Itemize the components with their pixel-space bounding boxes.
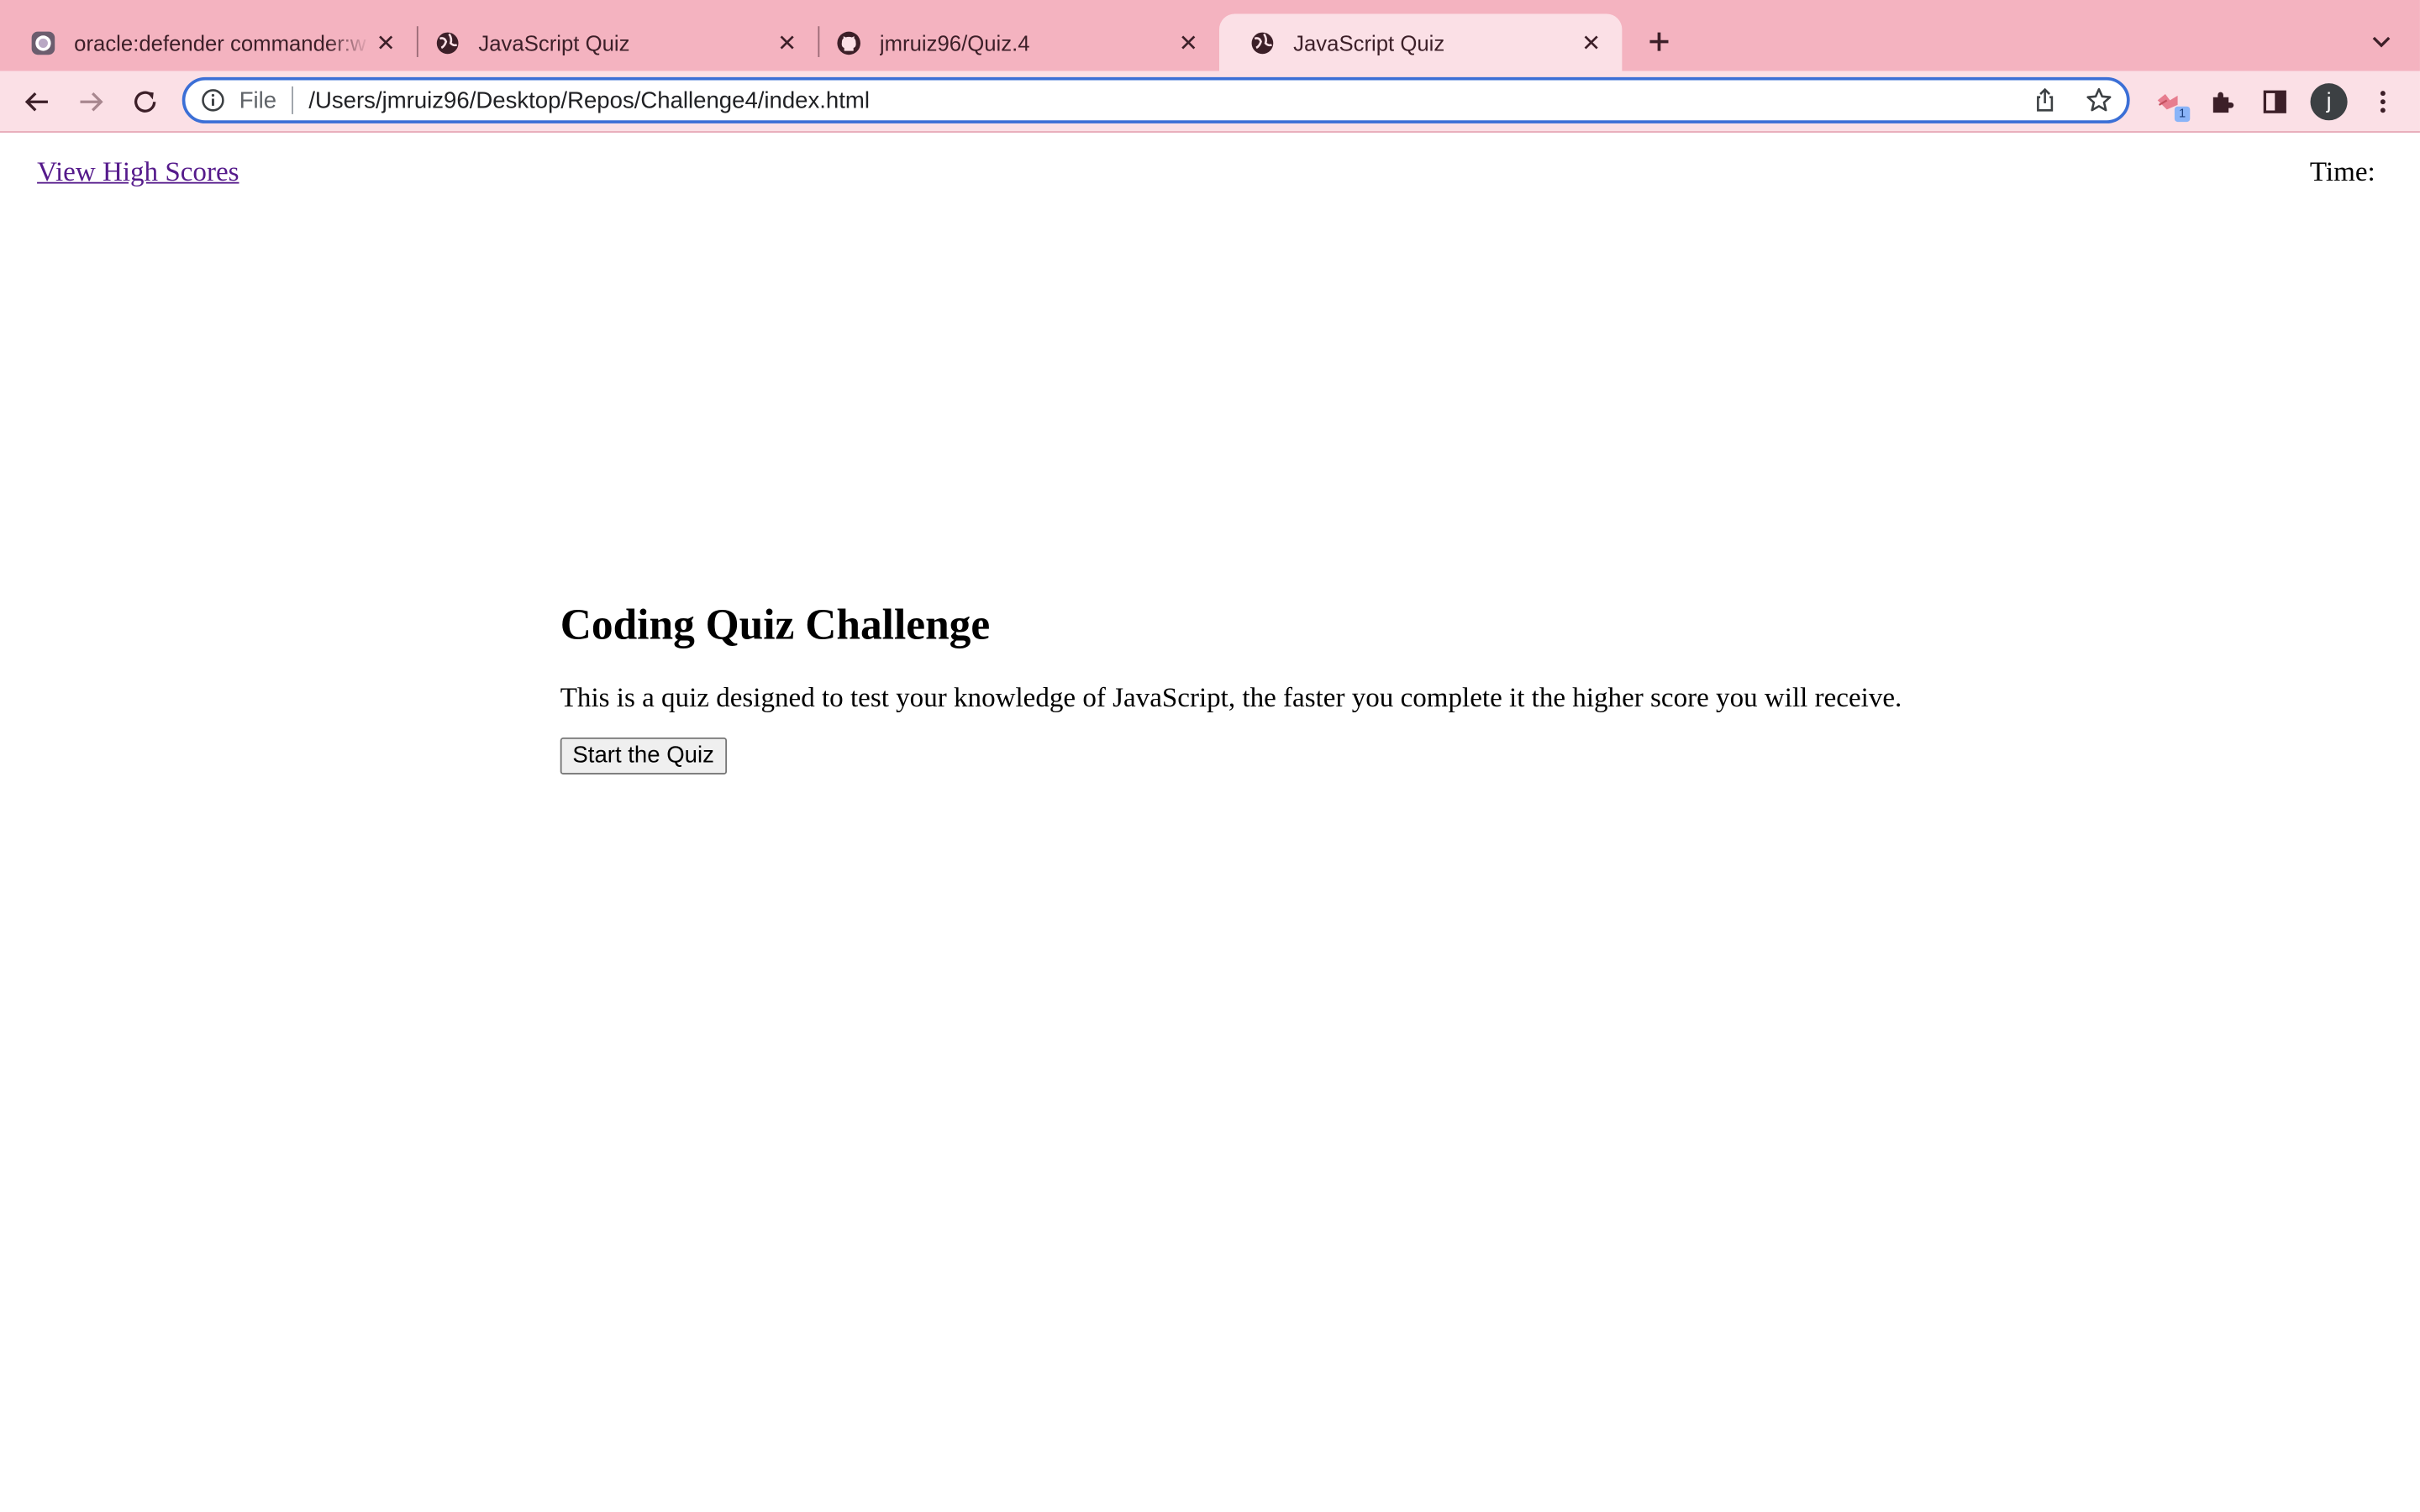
more-vert-icon — [2380, 91, 2386, 113]
bookmark-star-icon[interactable] — [2085, 87, 2112, 114]
tab-title: JavaScript Quiz — [1293, 29, 1445, 55]
close-tab-icon[interactable]: ✕ — [1576, 27, 1607, 58]
tab-title: jmruiz96/Quiz.4 — [879, 29, 1030, 55]
timer-label: Time: — [2309, 155, 2375, 187]
page-content: View High Scores Time: Coding Quiz Chall… — [0, 132, 2420, 1512]
address-url[interactable]: /Users/jmruiz96/Desktop/Repos/Challenge4… — [308, 88, 870, 114]
tab-title: oracle:defender commander:w — [74, 29, 366, 55]
chevron-down-icon[interactable] — [2365, 24, 2398, 58]
globe-icon — [1250, 30, 1275, 55]
browser-menu-button[interactable] — [2363, 81, 2403, 122]
profile-avatar[interactable]: j — [2310, 83, 2348, 121]
start-quiz-button[interactable]: Start the Quiz — [560, 737, 727, 775]
tab-github-quiz[interactable]: jmruiz96/Quiz.4 ✕ — [806, 14, 1219, 71]
share-icon[interactable] — [2031, 87, 2059, 114]
forward-button[interactable] — [71, 81, 111, 122]
back-button[interactable] — [17, 81, 57, 122]
puzzle-icon — [2212, 92, 2234, 113]
tab-javascript-quiz[interactable]: JavaScript Quiz ✕ — [404, 14, 818, 71]
reload-button[interactable] — [125, 81, 166, 122]
browser-toolbar: File /Users/jmruiz96/Desktop/Repos/Chall… — [0, 71, 2420, 133]
globe-icon — [435, 30, 460, 55]
oracle-favicon-icon — [31, 30, 55, 55]
quiz-title: Coding Quiz Challenge — [560, 601, 991, 650]
arrow-left-icon — [24, 92, 48, 112]
close-tab-icon[interactable]: ✕ — [771, 27, 802, 58]
extensions-button[interactable] — [2202, 81, 2243, 122]
tab-javascript-quiz-active[interactable]: JavaScript Quiz ✕ — [1218, 13, 1623, 71]
side-panel-button[interactable] — [2254, 81, 2295, 122]
reload-icon — [134, 91, 156, 113]
address-divider — [292, 86, 293, 114]
info-icon[interactable] — [201, 88, 225, 113]
quiz-intro: Coding Quiz Challenge This is a quiz des… — [560, 600, 2104, 775]
extension-badge: 1 — [2174, 106, 2191, 123]
side-panel-icon — [2263, 90, 2286, 113]
tab-strip: oracle:defender commander:w ✕ JavaScript… — [0, 0, 2420, 71]
browser-window: oracle:defender commander:w ✕ JavaScript… — [0, 0, 2420, 1512]
arrow-right-icon — [80, 92, 103, 112]
tab-title: JavaScript Quiz — [478, 29, 630, 55]
address-scheme-label: File — [239, 87, 277, 114]
close-tab-icon[interactable]: ✕ — [371, 27, 402, 58]
tab-oracle[interactable]: oracle:defender commander:w ✕ — [0, 14, 417, 71]
new-tab-button[interactable] — [1639, 22, 1680, 62]
quiz-description: This is a quiz designed to test your kno… — [560, 681, 1902, 713]
close-tab-icon[interactable]: ✕ — [1173, 27, 1204, 58]
address-bar[interactable]: File /Users/jmruiz96/Desktop/Repos/Chall… — [182, 76, 2130, 123]
github-icon — [836, 30, 860, 55]
view-high-scores-link[interactable]: View High Scores — [37, 156, 239, 189]
timer: Time: — [2310, 156, 2381, 189]
